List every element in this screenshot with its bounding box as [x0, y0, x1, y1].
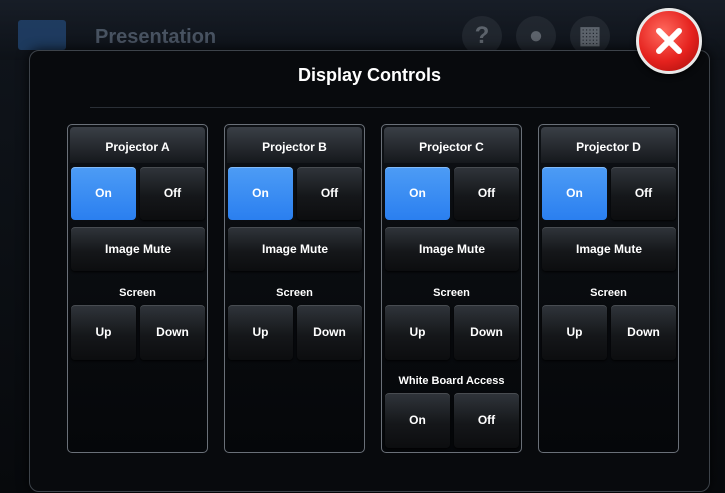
projector-b-panel: Projector B On Off Image Mute Screen Up …	[224, 124, 365, 453]
projector-c-on-button[interactable]: On	[385, 167, 450, 220]
close-button[interactable]	[636, 8, 702, 74]
projector-c-off-button[interactable]: Off	[454, 167, 519, 220]
projector-a-image-mute-button[interactable]: Image Mute	[71, 227, 205, 271]
projector-d-on-button[interactable]: On	[542, 167, 607, 220]
projector-a-screen-label: Screen	[119, 287, 156, 299]
projector-d-image-mute-button[interactable]: Image Mute	[542, 227, 676, 271]
close-icon	[656, 28, 682, 54]
projector-b-screen-up-button[interactable]: Up	[228, 305, 293, 360]
projector-c-image-mute-button[interactable]: Image Mute	[385, 227, 519, 271]
projector-b-screen-down-button[interactable]: Down	[297, 305, 362, 360]
projector-d-screen-down-button[interactable]: Down	[611, 305, 676, 360]
projector-d-title: Projector D	[541, 127, 676, 163]
projector-b-screen-label: Screen	[276, 287, 313, 299]
projector-c-screen-label: Screen	[433, 287, 470, 299]
projector-d-panel: Projector D On Off Image Mute Screen Up …	[538, 124, 679, 453]
projector-a-on-button[interactable]: On	[71, 167, 136, 220]
projector-c-panel: Projector C On Off Image Mute Screen Up …	[381, 124, 522, 453]
projector-b-title: Projector B	[227, 127, 362, 163]
background-logo	[18, 20, 66, 50]
background-title: Presentation	[95, 26, 217, 48]
projector-b-image-mute-button[interactable]: Image Mute	[228, 227, 362, 271]
projector-b-on-button[interactable]: On	[228, 167, 293, 220]
projector-a-panel: Projector A On Off Image Mute Screen Up …	[67, 124, 208, 453]
projector-c-screen-down-button[interactable]: Down	[454, 305, 519, 360]
white-board-access-label: White Board Access	[398, 375, 505, 387]
title-divider	[90, 107, 650, 108]
projector-d-screen-label: Screen	[590, 287, 627, 299]
projector-a-off-button[interactable]: Off	[140, 167, 205, 220]
white-board-on-button[interactable]: On	[385, 393, 450, 448]
projector-a-title: Projector A	[70, 127, 205, 163]
projector-d-screen-up-button[interactable]: Up	[542, 305, 607, 360]
projector-a-screen-down-button[interactable]: Down	[140, 305, 205, 360]
dialog-title: Display Controls	[297, 65, 442, 85]
projector-c-title: Projector C	[384, 127, 519, 163]
projector-a-screen-up-button[interactable]: Up	[71, 305, 136, 360]
display-controls-dialog: Display Controls Projector A On Off Imag…	[29, 50, 710, 492]
projector-d-off-button[interactable]: Off	[611, 167, 676, 220]
projector-b-off-button[interactable]: Off	[297, 167, 362, 220]
projector-c-screen-up-button[interactable]: Up	[385, 305, 450, 360]
white-board-off-button[interactable]: Off	[454, 393, 519, 448]
